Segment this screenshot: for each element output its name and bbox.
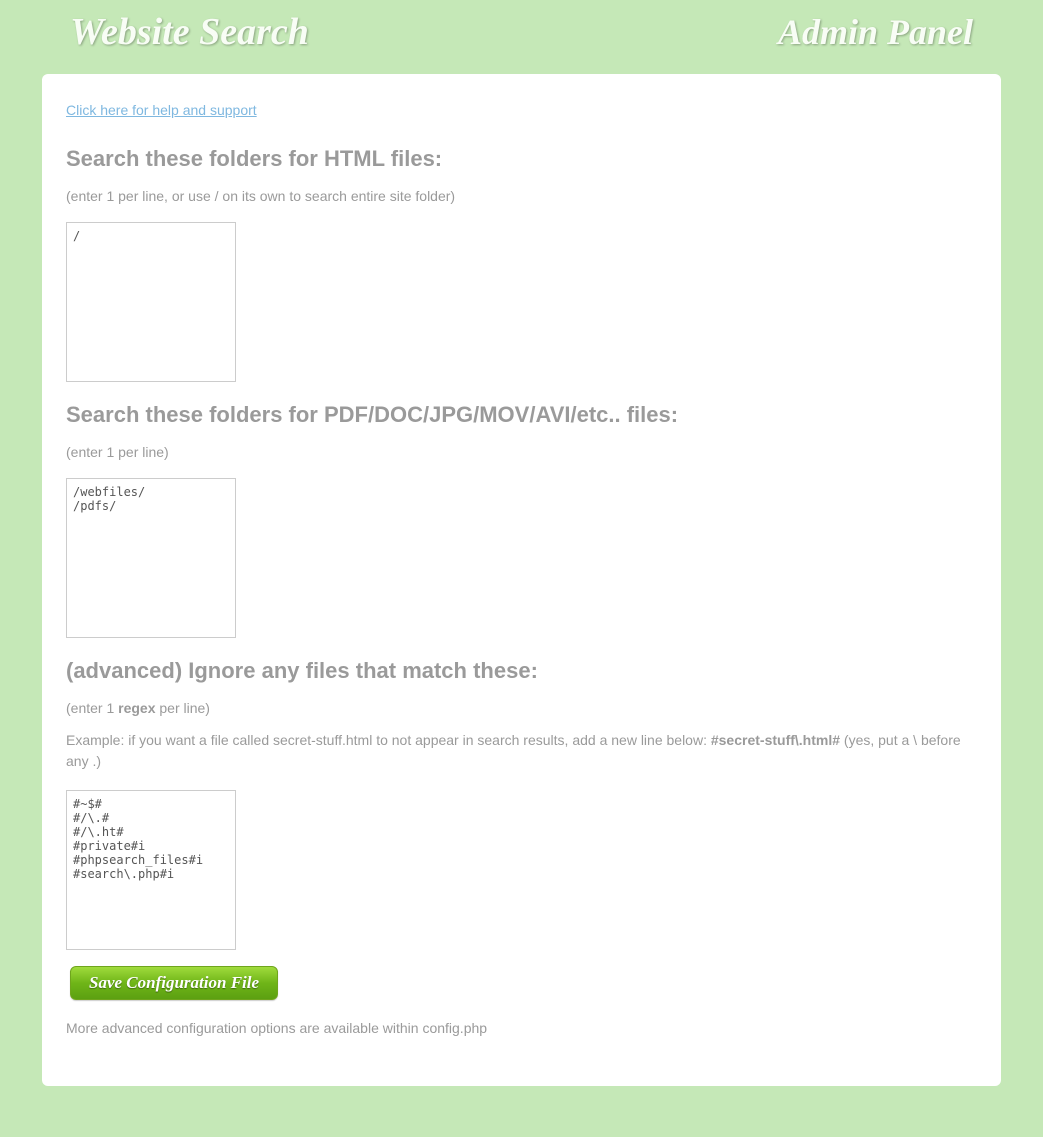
footer-note: More advanced configuration options are … [66,1020,977,1036]
save-configuration-button[interactable]: Save Configuration File [70,966,278,1000]
panel-title: Admin Panel [778,11,973,53]
media-folders-textarea[interactable] [66,478,236,638]
ignore-files-textarea[interactable] [66,790,236,950]
header: Website Search Admin Panel [0,0,1043,74]
html-folders-textarea[interactable] [66,222,236,382]
media-folders-heading: Search these folders for PDF/DOC/JPG/MOV… [66,402,977,428]
app-title: Website Search [70,10,309,54]
html-folders-hint: (enter 1 per line, or use / on its own t… [66,188,977,204]
media-folders-hint: (enter 1 per line) [66,444,977,460]
ignore-files-hint: (enter 1 regex per line) [66,700,977,716]
ignore-files-heading: (advanced) Ignore any files that match t… [66,658,977,684]
help-link[interactable]: Click here for help and support [66,102,257,118]
main-panel: Click here for help and support Search t… [42,74,1001,1086]
html-folders-heading: Search these folders for HTML files: [66,146,977,172]
ignore-files-example: Example: if you want a file called secre… [66,730,977,772]
